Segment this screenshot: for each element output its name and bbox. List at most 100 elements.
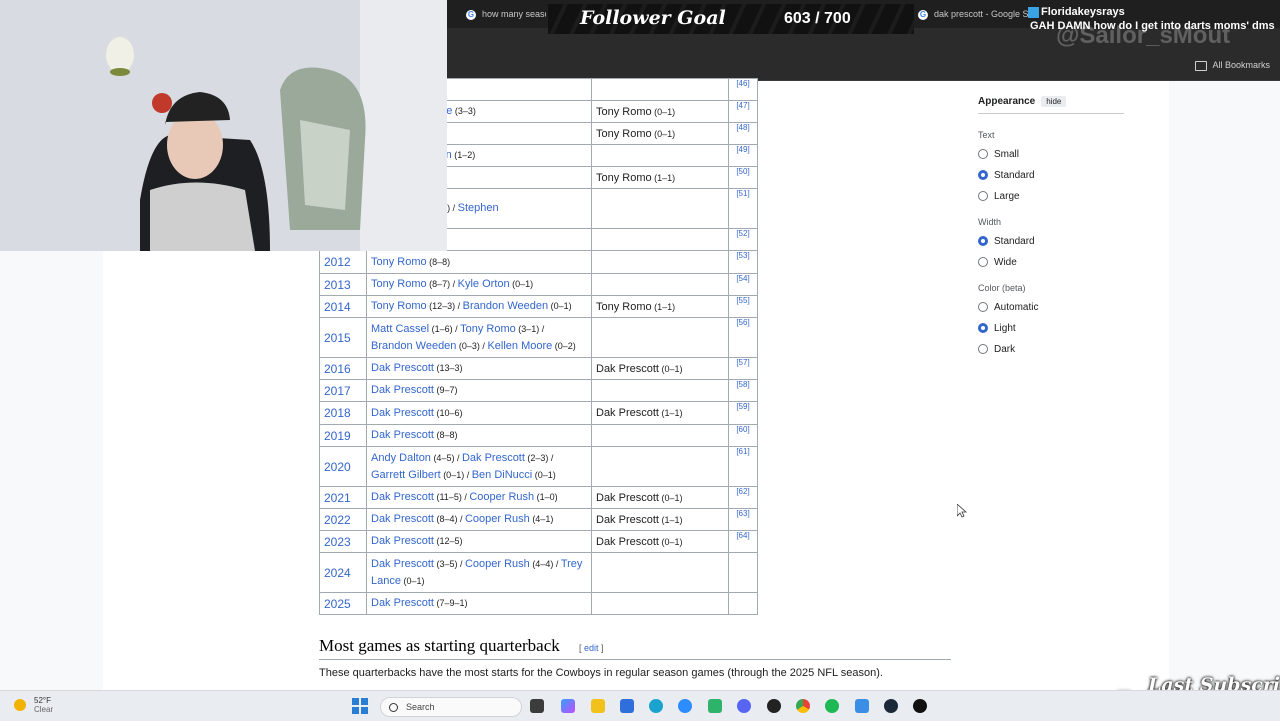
store-icon[interactable] [620, 699, 634, 713]
reference-link[interactable]: [48] [736, 123, 749, 132]
app-icon[interactable] [855, 699, 869, 713]
season-year-cell[interactable]: 2021 [319, 486, 367, 509]
appearance-option[interactable]: Wide [978, 256, 1124, 269]
season-year-cell[interactable]: 2015 [319, 317, 367, 358]
player-link[interactable]: Tony Romo [371, 256, 427, 268]
player-link[interactable]: Garrett Gilbert [371, 469, 441, 481]
radio-unselected-icon[interactable] [978, 191, 988, 202]
appearance-option[interactable]: Standard [978, 235, 1124, 248]
season-year-cell[interactable]: 2017 [319, 379, 367, 402]
appearance-option[interactable]: Large [978, 190, 1124, 203]
radio-unselected-icon[interactable] [978, 302, 988, 313]
season-year-cell[interactable]: 2013 [319, 273, 367, 296]
reference-link[interactable]: [63] [736, 509, 749, 518]
steam-icon[interactable] [884, 699, 898, 713]
player-link[interactable]: Kyle Orton [458, 278, 510, 290]
radio-selected-icon[interactable] [978, 170, 988, 181]
season-year-cell[interactable]: 2019 [319, 424, 367, 447]
player-link[interactable]: Dak Prescott [371, 491, 434, 503]
obs-icon[interactable] [767, 699, 781, 713]
player-link[interactable]: Matt Cassel [371, 323, 429, 335]
hide-button[interactable]: hide [1041, 96, 1067, 107]
player-link[interactable]: Dak Prescott [371, 429, 434, 441]
player-link[interactable]: Dak Prescott [371, 407, 434, 419]
reference-link[interactable]: [62] [736, 487, 749, 496]
player-link[interactable]: Ben DiNucci [472, 469, 533, 481]
player-link[interactable]: Dak Prescott [371, 535, 434, 547]
player-link[interactable]: Stephen [458, 202, 499, 214]
radio-unselected-icon[interactable] [978, 257, 988, 268]
reference-link[interactable]: [55] [736, 296, 749, 305]
tab-how-many-seasons[interactable]: Ghow many seasons [466, 5, 546, 23]
reference-link[interactable]: [49] [736, 145, 749, 154]
appearance-option[interactable]: Small [978, 148, 1124, 161]
player-link[interactable]: Andy Dalton [371, 452, 431, 464]
tab-dak-prescott[interactable]: Gdak prescott - Google Sea [918, 5, 1028, 23]
player-link[interactable]: Brandon Weeden [371, 340, 456, 352]
appearance-option[interactable]: Light [978, 322, 1124, 335]
appearance-option[interactable]: Dark [978, 343, 1124, 356]
season-year-cell[interactable]: 2012 [319, 250, 367, 274]
reference-link[interactable]: [46] [736, 79, 749, 88]
tiktok-icon[interactable] [913, 699, 927, 713]
reference-link[interactable]: [57] [736, 358, 749, 367]
season-year-cell[interactable]: 2025 [319, 592, 367, 615]
player-link[interactable]: Tony Romo [371, 300, 427, 312]
chrome-icon[interactable] [796, 699, 810, 713]
weather-widget[interactable]: 52°F Clear [14, 696, 53, 714]
reference-link[interactable]: [54] [736, 274, 749, 283]
radio-selected-icon[interactable] [978, 323, 988, 334]
edge-icon[interactable] [649, 699, 663, 713]
zoom-icon[interactable] [678, 699, 692, 713]
player-link[interactable]: Cooper Rush [465, 513, 530, 525]
reference-link[interactable]: [51] [736, 189, 749, 198]
player-link[interactable]: Brandon Weeden [463, 300, 548, 312]
reference-link[interactable]: [58] [736, 380, 749, 389]
player-link[interactable]: Dak Prescott [371, 384, 434, 396]
player-link[interactable]: Cooper Rush [465, 558, 530, 570]
season-year-cell[interactable]: 2014 [319, 295, 367, 318]
reference-link[interactable]: [52] [736, 229, 749, 238]
player-link[interactable]: Dak Prescott [462, 452, 525, 464]
section-edit-link[interactable]: [ edit ] [579, 643, 604, 653]
spotify-icon[interactable] [825, 699, 839, 713]
file-explorer-icon[interactable] [591, 699, 605, 713]
task-view-icon[interactable] [530, 699, 544, 713]
player-link[interactable]: Kellen Moore [487, 340, 552, 352]
season-year-cell[interactable]: 2020 [319, 446, 367, 487]
search-label: Search [406, 702, 435, 712]
player-link[interactable]: Dak Prescott [371, 597, 434, 609]
windows-start-icon[interactable] [352, 698, 368, 714]
season-year-cell[interactable]: 2018 [319, 401, 367, 425]
sheets-icon[interactable] [708, 699, 722, 713]
reference-link[interactable]: [61] [736, 447, 749, 456]
all-bookmarks-button[interactable]: All Bookmarks [1195, 60, 1270, 71]
reference-link[interactable]: [59] [736, 402, 749, 411]
player-link[interactable]: Dak Prescott [371, 558, 434, 570]
discord-icon[interactable] [737, 699, 751, 713]
player-link[interactable]: Tony Romo [460, 323, 516, 335]
radio-unselected-icon[interactable] [978, 344, 988, 355]
season-year-cell[interactable]: 2022 [319, 508, 367, 531]
taskbar-search[interactable]: Search [380, 697, 522, 717]
player-link[interactable]: Tony Romo [371, 278, 427, 290]
reference-link[interactable]: [60] [736, 425, 749, 434]
player-link[interactable]: Dak Prescott [371, 362, 434, 374]
season-year-cell[interactable]: 2023 [319, 530, 367, 553]
radio-selected-icon[interactable] [978, 236, 988, 247]
appearance-option[interactable]: Automatic [978, 301, 1124, 314]
appearance-option[interactable]: Standard [978, 169, 1124, 182]
reference-link[interactable]: [47] [736, 101, 749, 110]
regular-season-starters-cell: Andy Dalton (4–5) / Dak Prescott (2–3) /… [366, 446, 592, 487]
reference-link[interactable]: [64] [736, 531, 749, 540]
reference-link[interactable]: [50] [736, 167, 749, 176]
player-link[interactable]: Cooper Rush [469, 491, 534, 503]
reference-link[interactable]: [56] [736, 318, 749, 327]
season-year-cell[interactable]: 2024 [319, 552, 367, 593]
season-year-cell[interactable]: 2016 [319, 357, 367, 380]
edit-label[interactable]: edit [584, 643, 599, 653]
player-link[interactable]: Dak Prescott [371, 513, 434, 525]
radio-unselected-icon[interactable] [978, 149, 988, 160]
reference-link[interactable]: [53] [736, 251, 749, 260]
copilot-icon[interactable] [561, 699, 575, 713]
